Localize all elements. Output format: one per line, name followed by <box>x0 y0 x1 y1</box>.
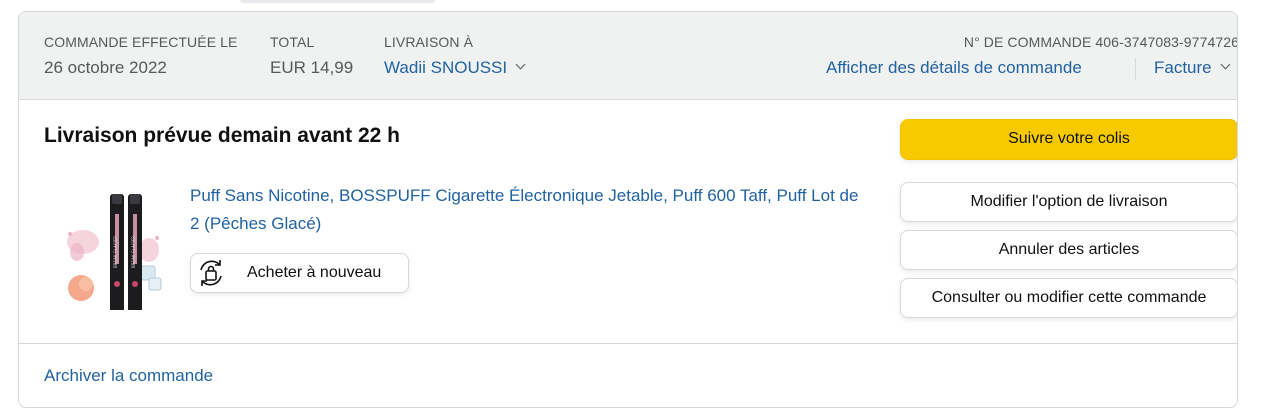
track-package-button[interactable]: Suivre votre colis <box>900 119 1237 160</box>
order-date-label: COMMANDE EFFECTUÉE LE <box>44 34 238 50</box>
buy-again-button[interactable]: Acheter à nouveau <box>190 253 409 293</box>
ship-to-name: Wadii SNOUSSI <box>384 58 508 77</box>
cancel-items-button[interactable]: Annuler des articles <box>900 230 1237 270</box>
chevron-down-icon <box>515 59 526 70</box>
svg-text:BREAK GLACIER: BREAK GLACIER <box>113 236 118 268</box>
delivery-status-title: Livraison prévue demain avant 22 h <box>44 124 400 147</box>
reorder-bag-icon <box>200 260 222 286</box>
order-total-value: EUR 14,99 <box>270 58 354 77</box>
ship-to-label: LIVRAISON À <box>384 34 474 50</box>
product-title-link[interactable]: Puff Sans Nicotine, BOSSPUFF Cigarette É… <box>190 182 870 238</box>
header-separator <box>1135 58 1136 80</box>
card-divider <box>19 343 1237 344</box>
chevron-down-icon <box>1220 59 1231 70</box>
order-total-label: TOTAL <box>270 34 315 50</box>
order-date-value: 26 octobre 2022 <box>44 58 167 77</box>
archive-order-link[interactable]: Archiver la commande <box>44 366 213 386</box>
order-details-link[interactable]: Afficher des détails de commande <box>826 58 1082 78</box>
ship-to-dropdown[interactable]: Wadii SNOUSSI <box>384 58 526 78</box>
product-photo: BREAK GLACIER BREAK GLACIER <box>67 194 162 312</box>
buy-again-label: Acheter à nouveau <box>247 264 382 281</box>
order-card: COMMANDE EFFECTUÉE LE 26 octobre 2022 TO… <box>18 11 1238 408</box>
change-delivery-button[interactable]: Modifier l'option de livraison <box>900 182 1237 222</box>
view-edit-order-button[interactable]: Consulter ou modifier cette commande <box>900 278 1237 318</box>
product-image[interactable]: BREAK GLACIER BREAK GLACIER <box>61 180 171 312</box>
invoice-label: Facture <box>1154 58 1212 77</box>
previous-card-edge <box>240 0 435 3</box>
order-number: N° DE COMMANDE 406-3747083-9774726 <box>963 34 1238 50</box>
order-header: COMMANDE EFFECTUÉE LE 26 octobre 2022 TO… <box>19 12 1237 100</box>
invoice-dropdown[interactable]: Facture <box>1154 58 1231 78</box>
svg-text:BREAK GLACIER: BREAK GLACIER <box>131 236 136 268</box>
